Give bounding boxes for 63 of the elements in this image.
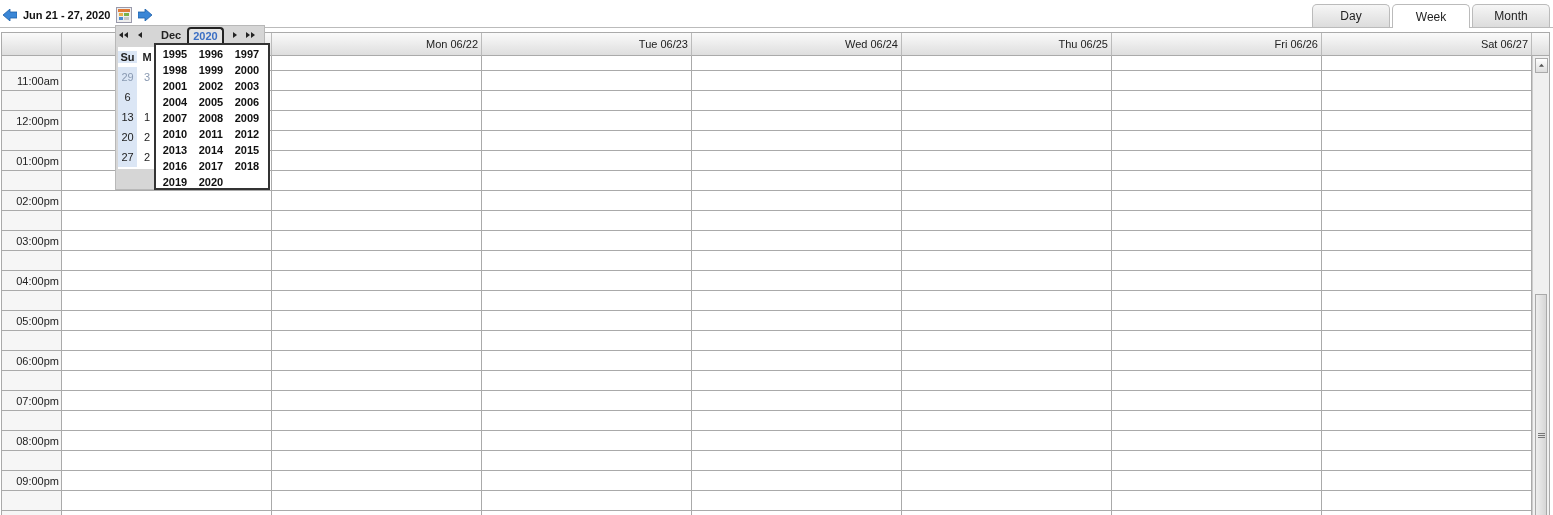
calendar-icon[interactable] [116,7,133,23]
next-arrow-icon[interactable] [138,9,153,21]
year-option[interactable]: 1996 [193,46,229,62]
year-option[interactable]: 2003 [229,78,265,94]
day-number[interactable]: 13 [118,107,137,127]
column-header: Mon 06/22 [272,33,482,56]
year-option[interactable]: 2020 [193,174,229,190]
day-number[interactable]: 20 [118,127,137,147]
time-cell: 12:00pm [2,111,62,130]
column-header: Sat 06/27 [1322,33,1532,56]
year-option[interactable]: 2009 [229,110,265,126]
year-option[interactable]: 1997 [229,46,265,62]
year-option[interactable]: 2004 [157,94,193,110]
column-header: Tue 06/23 [482,33,692,56]
view-tab[interactable]: Month [1472,4,1550,27]
year-option[interactable]: 2011 [193,126,229,142]
column-header: Thu 06/25 [902,33,1112,56]
year-option[interactable]: 2007 [157,110,193,126]
year-option[interactable]: 2012 [229,126,265,142]
double-left-arrow-icon[interactable] [119,29,129,40]
day-number[interactable]: 1 [137,111,157,123]
year-option[interactable]: 2010 [157,126,193,142]
time-cell: 03:00pm [2,231,62,250]
year-option[interactable]: 2019 [157,174,193,190]
year-option[interactable]: 2014 [193,142,229,158]
time-cell: 05:00pm [2,311,62,330]
time-cell: 08:00pm [2,431,62,450]
day-number[interactable]: 2 [137,131,157,143]
year-option[interactable]: 2017 [193,158,229,174]
day-number[interactable]: 27 [118,147,137,167]
year-option[interactable]: 1999 [193,62,229,78]
year-option[interactable]: 2006 [229,94,265,110]
weekday-label: Su [118,51,137,63]
time-cell: 04:00pm [2,271,62,290]
view-tab[interactable]: Week [1392,4,1470,28]
year-option[interactable]: 2000 [229,62,265,78]
year-option[interactable]: 2002 [193,78,229,94]
year-option[interactable]: 2015 [229,142,265,158]
month-label[interactable]: Dec [161,28,182,41]
weekday-label: M [141,51,153,63]
time-cell: 09:00pm [2,471,62,490]
year-option[interactable]: 1995 [157,46,193,62]
year-option[interactable]: 2008 [193,110,229,126]
scrollbar-thumb[interactable] [1535,294,1547,515]
time-cell: 06:00pm [2,351,62,370]
double-right-arrow-icon[interactable] [245,29,256,40]
day-number[interactable]: 2 [137,151,157,163]
year-option[interactable]: 2005 [193,94,229,110]
year-option[interactable]: 2013 [157,142,193,158]
time-cell: 11:00am [2,71,62,90]
time-cell: 01:00pm [2,151,62,170]
time-cell: 02:00pm [2,191,62,210]
year-option[interactable]: 2016 [157,158,193,174]
previous-arrow-icon[interactable] [3,9,17,21]
year-option[interactable]: 1998 [157,62,193,78]
time-cell: 07:00pm [2,391,62,410]
year-option[interactable]: 2001 [157,78,193,94]
day-number[interactable]: 6 [118,87,137,107]
year-option[interactable]: 2018 [229,158,265,174]
view-tab[interactable]: Day [1312,4,1390,27]
date-range-title: Jun 21 - 27, 2020 [23,9,111,21]
column-header: Wed 06/24 [692,33,902,56]
column-header: Fri 06/26 [1112,33,1322,56]
